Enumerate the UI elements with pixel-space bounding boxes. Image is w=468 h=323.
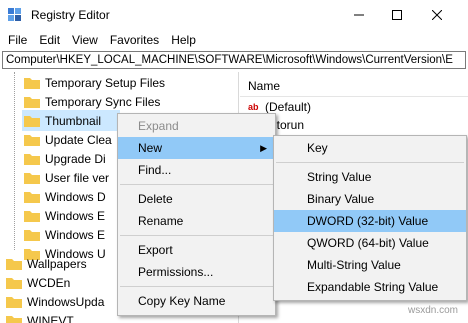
new-submenu: Key String Value Binary Value DWORD (32-… [273, 135, 467, 301]
minimize-button[interactable] [340, 0, 378, 30]
folder-icon [24, 153, 40, 165]
submenu-item-multi-string-value[interactable]: Multi-String Value [274, 254, 466, 276]
tree-item[interactable]: Temporary Setup Files [24, 72, 165, 93]
folder-icon [24, 77, 40, 89]
tree-item[interactable]: Windows E [24, 205, 105, 226]
registry-editor-icon [8, 8, 21, 21]
maximize-icon [392, 10, 402, 20]
folder-icon [6, 258, 22, 270]
submenu-item-key[interactable]: Key [274, 137, 466, 159]
tree-item[interactable]: User file ver [24, 167, 109, 188]
menu-favorites[interactable]: Favorites [104, 30, 165, 50]
menu-edit[interactable]: Edit [33, 30, 66, 50]
tree-item-thumbnail[interactable]: Thumbnail [22, 110, 120, 131]
context-menu: Expand New ▶ Find... Delete Rename Expor… [117, 113, 276, 316]
folder-icon [6, 296, 22, 308]
submenu-item-string-value[interactable]: String Value [274, 166, 466, 188]
menu-bar: File Edit View Favorites Help [0, 30, 468, 50]
folder-icon [24, 172, 40, 184]
tree-item[interactable]: Upgrade Di [24, 148, 106, 169]
menu-item-find[interactable]: Find... [118, 159, 275, 181]
menu-separator [120, 184, 273, 185]
folder-icon [24, 134, 40, 146]
menu-help[interactable]: Help [165, 30, 202, 50]
tree-item[interactable]: Windows D [24, 186, 106, 207]
tree-item[interactable]: WINEVT [6, 310, 74, 323]
close-button[interactable] [418, 0, 456, 30]
header-divider [240, 96, 468, 97]
submenu-arrow-icon: ▶ [260, 143, 267, 153]
menu-item-expand: Expand [138, 119, 179, 133]
menu-item-export[interactable]: Export [118, 239, 275, 261]
tree-item[interactable]: Wallpapers [6, 253, 87, 274]
submenu-item-expandable-string-value[interactable]: Expandable String Value [274, 276, 466, 298]
maximize-button[interactable] [378, 0, 416, 30]
tree-item[interactable]: Temporary Sync Files [24, 91, 160, 112]
submenu-item-binary-value[interactable]: Binary Value [274, 188, 466, 210]
folder-icon [24, 229, 40, 241]
folder-icon [24, 115, 40, 127]
title-bar: Registry Editor [0, 0, 468, 30]
menu-separator [276, 162, 464, 163]
menu-separator [120, 286, 273, 287]
menu-item-rename[interactable]: Rename [118, 210, 275, 232]
tree-item[interactable]: WCDEn [6, 272, 70, 293]
close-icon [432, 10, 442, 20]
menu-item-delete[interactable]: Delete [118, 188, 275, 210]
folder-icon [24, 96, 40, 108]
menu-separator [120, 235, 273, 236]
window-title: Registry Editor [31, 8, 110, 22]
submenu-item-qword-value[interactable]: QWORD (64-bit) Value [274, 232, 466, 254]
menu-item-new[interactable]: New ▶ [118, 137, 275, 159]
tree-item[interactable]: Update Clea [24, 129, 112, 150]
tree-item[interactable]: Windows E [24, 224, 105, 245]
submenu-item-dword-value[interactable]: DWORD (32-bit) Value [274, 210, 466, 232]
watermark: wsxdn.com [408, 305, 459, 316]
tree-item[interactable]: WindowsUpda [6, 291, 104, 312]
minimize-icon [354, 14, 364, 16]
string-value-icon: ab [248, 102, 259, 112]
tree-guide-line [14, 72, 15, 250]
folder-icon [6, 315, 22, 323]
folder-icon [24, 191, 40, 203]
menu-file[interactable]: File [0, 30, 33, 50]
menu-view[interactable]: View [66, 30, 104, 50]
address-bar[interactable]: Computer\HKEY_LOCAL_MACHINE\SOFTWARE\Mic… [2, 51, 466, 69]
folder-icon [6, 277, 22, 289]
folder-icon [24, 210, 40, 222]
menu-item-copy-key-name[interactable]: Copy Key Name [118, 290, 275, 312]
column-header-name[interactable]: Name [248, 79, 280, 93]
menu-item-permissions[interactable]: Permissions... [118, 261, 275, 283]
